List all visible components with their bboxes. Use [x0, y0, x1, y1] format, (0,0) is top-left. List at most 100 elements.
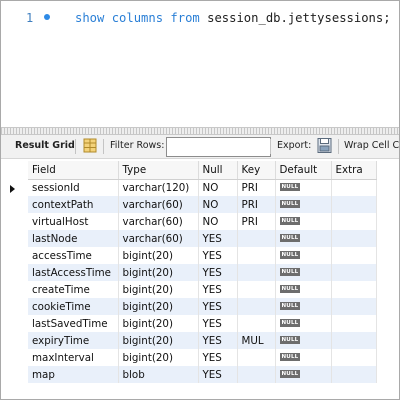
grid-cell-default[interactable]: NULL	[275, 349, 332, 366]
grid-cell-key[interactable]	[237, 230, 276, 247]
grid-cell-key[interactable]	[237, 315, 276, 332]
grid-cell-key[interactable]	[237, 281, 276, 298]
grid-cell-extra[interactable]	[331, 230, 377, 247]
grid-cell-default[interactable]: NULL	[275, 196, 332, 213]
grid-cell-default[interactable]: NULL	[275, 281, 332, 298]
grid-cell-type[interactable]: varchar(60)	[118, 196, 199, 213]
column-header-key[interactable]: Key	[237, 161, 276, 180]
table-row[interactable]: cookieTime bigint(20) YES NULL	[28, 298, 377, 315]
grid-cell-field[interactable]: contextPath	[28, 196, 119, 213]
grid-cell-field[interactable]: lastNode	[28, 230, 119, 247]
sql-statement[interactable]: show columns from session_db.jettysessio…	[75, 11, 391, 25]
grid-cell-null[interactable]: NO	[198, 179, 238, 196]
column-header-extra[interactable]: Extra	[331, 161, 377, 180]
export-icon[interactable]	[316, 137, 333, 154]
panel-splitter[interactable]	[1, 127, 399, 135]
grid-cell-type[interactable]: bigint(20)	[118, 349, 199, 366]
grid-cell-type[interactable]: blob	[118, 366, 199, 383]
wrap-cell-content-label[interactable]: Wrap Cell C	[344, 140, 399, 151]
grid-cell-field[interactable]: accessTime	[28, 247, 119, 264]
export-label: Export:	[277, 140, 312, 151]
result-grid-tab[interactable]: Result Grid	[15, 140, 75, 151]
grid-cell-default[interactable]: NULL	[275, 230, 332, 247]
grid-cell-extra[interactable]	[331, 196, 377, 213]
grid-cell-field[interactable]: map	[28, 366, 119, 383]
grid-cell-null[interactable]: YES	[198, 315, 238, 332]
grid-cell-type[interactable]: bigint(20)	[118, 247, 199, 264]
grid-cell-extra[interactable]	[331, 298, 377, 315]
grid-cell-type[interactable]: varchar(120)	[118, 179, 199, 196]
grid-cell-default[interactable]: NULL	[275, 315, 332, 332]
column-header-default[interactable]: Default	[275, 161, 332, 180]
grid-cell-default[interactable]: NULL	[275, 213, 332, 230]
grid-cell-default[interactable]: NULL	[275, 298, 332, 315]
grid-cell-type[interactable]: varchar(60)	[118, 213, 199, 230]
grid-cell-default[interactable]: NULL	[275, 332, 332, 349]
grid-cell-extra[interactable]	[331, 264, 377, 281]
grid-cell-default[interactable]: NULL	[275, 366, 332, 383]
grid-cell-type[interactable]: bigint(20)	[118, 281, 199, 298]
grid-cell-key[interactable]: PRI	[237, 179, 276, 196]
table-row[interactable]: lastNode varchar(60) YES NULL	[28, 230, 377, 247]
table-row[interactable]: virtualHost varchar(60) NO PRI NULL	[28, 213, 377, 230]
grid-cell-field[interactable]: virtualHost	[28, 213, 119, 230]
grid-cell-default[interactable]: NULL	[275, 247, 332, 264]
grid-cell-field[interactable]: createTime	[28, 281, 119, 298]
grid-cell-null[interactable]: YES	[198, 230, 238, 247]
grid-cell-null[interactable]: YES	[198, 247, 238, 264]
table-row[interactable]: map blob YES NULL	[28, 366, 377, 383]
grid-cell-null[interactable]: YES	[198, 281, 238, 298]
grid-cell-null[interactable]: YES	[198, 366, 238, 383]
grid-cell-extra[interactable]	[331, 179, 377, 196]
grid-cell-null[interactable]: YES	[198, 264, 238, 281]
grid-cell-field[interactable]: sessionId	[28, 179, 119, 196]
column-header-type[interactable]: Type	[118, 161, 199, 180]
table-row[interactable]: createTime bigint(20) YES NULL	[28, 281, 377, 298]
grid-cell-default[interactable]: NULL	[275, 179, 332, 196]
grid-cell-extra[interactable]	[331, 281, 377, 298]
grid-cell-key[interactable]: PRI	[237, 196, 276, 213]
grid-cell-null[interactable]: YES	[198, 332, 238, 349]
grid-cell-extra[interactable]	[331, 349, 377, 366]
grid-cell-extra[interactable]	[331, 366, 377, 383]
table-row[interactable]: expiryTime bigint(20) YES MUL NULL	[28, 332, 377, 349]
grid-cell-field[interactable]: expiryTime	[28, 332, 119, 349]
grid-cell-key[interactable]: PRI	[237, 213, 276, 230]
sql-editor[interactable]: 1 show columns from session_db.jettysess…	[1, 1, 399, 126]
grid-cell-null[interactable]: NO	[198, 213, 238, 230]
grid-cell-key[interactable]: MUL	[237, 332, 276, 349]
grid-cell-extra[interactable]	[331, 315, 377, 332]
table-row[interactable]: lastSavedTime bigint(20) YES NULL	[28, 315, 377, 332]
grid-cell-type[interactable]: bigint(20)	[118, 298, 199, 315]
grid-cell-key[interactable]	[237, 298, 276, 315]
grid-cell-default[interactable]: NULL	[275, 264, 332, 281]
grid-cell-null[interactable]: NO	[198, 196, 238, 213]
grid-cell-field[interactable]: cookieTime	[28, 298, 119, 315]
grid-cell-field[interactable]: maxInterval	[28, 349, 119, 366]
grid-cell-null[interactable]: YES	[198, 349, 238, 366]
filter-rows-input[interactable]	[166, 137, 271, 157]
grid-cell-field[interactable]: lastSavedTime	[28, 315, 119, 332]
grid-cell-type[interactable]: bigint(20)	[118, 332, 199, 349]
grid-cell-type[interactable]: varchar(60)	[118, 230, 199, 247]
grid-cell-field[interactable]: lastAccessTime	[28, 264, 119, 281]
grid-cell-key[interactable]	[237, 247, 276, 264]
grid-icon[interactable]	[83, 138, 97, 153]
grid-cell-key[interactable]	[237, 349, 276, 366]
grid-cell-null[interactable]: YES	[198, 298, 238, 315]
grid-cell-key[interactable]	[237, 366, 276, 383]
table-row[interactable]: sessionId varchar(120) NO PRI NULL	[28, 179, 377, 196]
column-header-null[interactable]: Null	[198, 161, 238, 180]
table-row[interactable]: contextPath varchar(60) NO PRI NULL	[28, 196, 377, 213]
grid-cell-key[interactable]	[237, 264, 276, 281]
grid-cell-extra[interactable]	[331, 332, 377, 349]
grid-cell-extra[interactable]	[331, 213, 377, 230]
grid-cell-extra[interactable]	[331, 247, 377, 264]
grid-cell-type[interactable]: bigint(20)	[118, 264, 199, 281]
table-row[interactable]: lastAccessTime bigint(20) YES NULL	[28, 264, 377, 281]
table-row[interactable]: accessTime bigint(20) YES NULL	[28, 247, 377, 264]
keyword-show: show	[75, 11, 105, 25]
table-row[interactable]: maxInterval bigint(20) YES NULL	[28, 349, 377, 366]
grid-cell-type[interactable]: bigint(20)	[118, 315, 199, 332]
column-header-field[interactable]: Field	[28, 161, 119, 180]
